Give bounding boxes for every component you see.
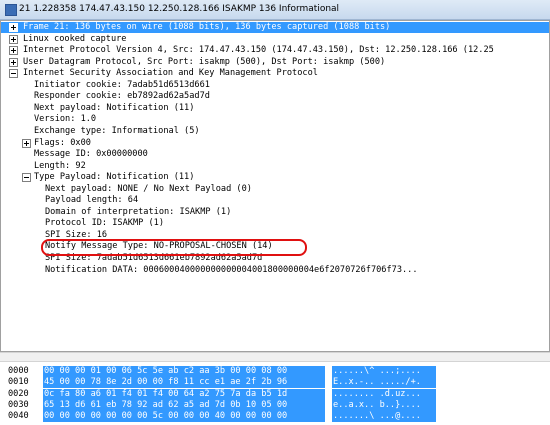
hex-ascii[interactable]: ......\^ ...;.... [332, 366, 436, 377]
packet-details-tree[interactable]: Frame 21: 136 bytes on wire (1088 bits),… [0, 20, 550, 352]
tree-row[interactable]: Type Payload: Notification (11) [1, 172, 549, 183]
expand-icon[interactable] [9, 23, 18, 32]
expand-icon[interactable] [9, 34, 18, 44]
tree-row[interactable]: Version: 1.0 [1, 114, 549, 125]
pane-splitter[interactable] [0, 352, 550, 362]
tree-row-label: Next payload: Notification (11) [34, 102, 195, 113]
hex-offset: 0030 [8, 399, 29, 410]
tree-row-label: Frame 21: 136 bytes on wire (1088 bits),… [23, 22, 391, 32]
tree-row[interactable]: Next payload: Notification (11) [1, 103, 549, 114]
tree-row[interactable]: Length: 92 [1, 161, 549, 172]
packet-icon [5, 4, 17, 16]
tree-row-label: Message ID: 0x00000000 [34, 149, 148, 160]
tree-row-label: Initiator cookie: 7adab51d6513d661 [34, 79, 210, 90]
tree-row-label: Length: 92 [34, 160, 86, 171]
tree-row[interactable]: Linux cooked capture [1, 34, 549, 45]
hex-ascii[interactable]: e..a.x.. b..}.... [332, 399, 436, 411]
tree-row[interactable]: Payload length: 64 [1, 195, 549, 206]
hex-offset: 0000 [8, 366, 29, 376]
hex-offset: 0020 [8, 388, 29, 399]
tree-row-label: User Datagram Protocol, Src Port: isakmp… [23, 56, 386, 67]
tree-row[interactable]: Initiator cookie: 7adab51d6513d661 [1, 80, 549, 91]
tree-row[interactable]: Domain of interpretation: ISAKMP (1) [1, 207, 549, 218]
tree-row[interactable]: Protocol ID: ISAKMP (1) [1, 218, 549, 229]
tree-row-label: Domain of interpretation: ISAKMP (1) [45, 206, 232, 217]
tree-row[interactable]: Notification DATA: 000600040000000000004… [1, 265, 549, 276]
tree-row-label: Next payload: NONE / No Next Payload (0) [45, 183, 252, 194]
tree-row[interactable]: Next payload: NONE / No Next Payload (0) [1, 184, 549, 195]
tree-row-label: Type Payload: Notification (11) [34, 172, 195, 183]
tree-row-label: Notify Message Type: NO-PROPOSAL-CHOSEN … [45, 241, 273, 252]
hex-bytes[interactable]: 00 00 00 00 00 00 00 5c 00 00 00 40 00 0… [43, 411, 325, 423]
tree-row-label: Internet Security Association and Key Ma… [23, 68, 318, 79]
tree-row-label: Flags: 0x00 [34, 137, 91, 148]
expand-icon[interactable] [9, 46, 18, 56]
tree-row-label: SPI Size: 7adab51d6513d661eb7892ad62a5ad… [45, 253, 263, 263]
tree-row[interactable]: User Datagram Protocol, Src Port: isakmp… [1, 57, 549, 68]
tree-row-label: Notification DATA: 000600040000000000004… [45, 264, 418, 275]
collapse-icon[interactable] [22, 173, 31, 183]
hex-bytes[interactable]: 45 00 00 78 8e 2d 00 00 f8 11 cc e1 ae 2… [43, 377, 325, 389]
tree-row[interactable]: Responder cookie: eb7892ad62a5ad7d [1, 91, 549, 102]
expand-icon[interactable] [22, 138, 31, 148]
tree-row-label: Version: 1.0 [34, 114, 97, 125]
hex-ascii[interactable]: .......\ ...@.... [332, 411, 436, 423]
tree-row[interactable]: SPI Size: 16 [1, 230, 549, 241]
hex-bytes[interactable]: 0c fa 80 a6 01 f4 01 f4 00 64 a2 75 7a d… [43, 388, 325, 400]
tree-row[interactable]: SPI Size: 7adab51d6513d661eb7892ad62a5ad… [1, 253, 549, 264]
hex-bytes[interactable]: 65 13 d6 61 eb 78 92 ad 62 a5 ad 7d 0b 1… [43, 399, 325, 411]
tree-row[interactable]: Exchange type: Informational (5) [1, 126, 549, 137]
collapse-icon[interactable] [9, 69, 18, 79]
tree-row-label: Payload length: 64 [45, 195, 139, 206]
tree-row-label: Protocol ID: ISAKMP (1) [45, 218, 164, 229]
tree-row-label: Exchange type: Informational (5) [34, 125, 200, 136]
tree-row[interactable]: Internet Protocol Version 4, Src: 174.47… [1, 45, 549, 56]
tree-row[interactable]: Frame 21: 136 bytes on wire (1088 bits),… [1, 22, 549, 33]
hex-offset: 0040 [8, 411, 29, 422]
tree-row[interactable]: Notify Message Type: NO-PROPOSAL-CHOSEN … [1, 241, 549, 252]
hex-offset: 0010 [8, 377, 29, 388]
hex-ascii[interactable]: ........ .d.uz... [332, 388, 436, 400]
window-title: 21 1.228358 174.47.43.150 12.250.128.166… [19, 4, 340, 14]
window-title-bar: 21 1.228358 174.47.43.150 12.250.128.166… [0, 0, 550, 20]
tree-row[interactable]: Message ID: 0x00000000 [1, 149, 549, 160]
hex-bytes[interactable]: 00 00 00 01 00 06 5c 5e ab c2 aa 3b 00 0… [43, 366, 325, 377]
tree-row-label: Internet Protocol Version 4, Src: 174.47… [23, 45, 494, 56]
tree-row[interactable]: Internet Security Association and Key Ma… [1, 68, 549, 79]
tree-row-label: Linux cooked capture [23, 33, 127, 44]
expand-icon[interactable] [9, 57, 18, 67]
tree-row[interactable]: Flags: 0x00 [1, 138, 549, 149]
tree-row-label: SPI Size: 16 [45, 229, 108, 240]
packet-bytes-pane[interactable]: 0000 00 00 00 01 00 06 5c 5e ab c2 aa 3b … [0, 362, 550, 425]
hex-ascii[interactable]: E..x.-.. ...../+. [332, 377, 436, 389]
tree-row-label: Responder cookie: eb7892ad62a5ad7d [34, 91, 210, 102]
